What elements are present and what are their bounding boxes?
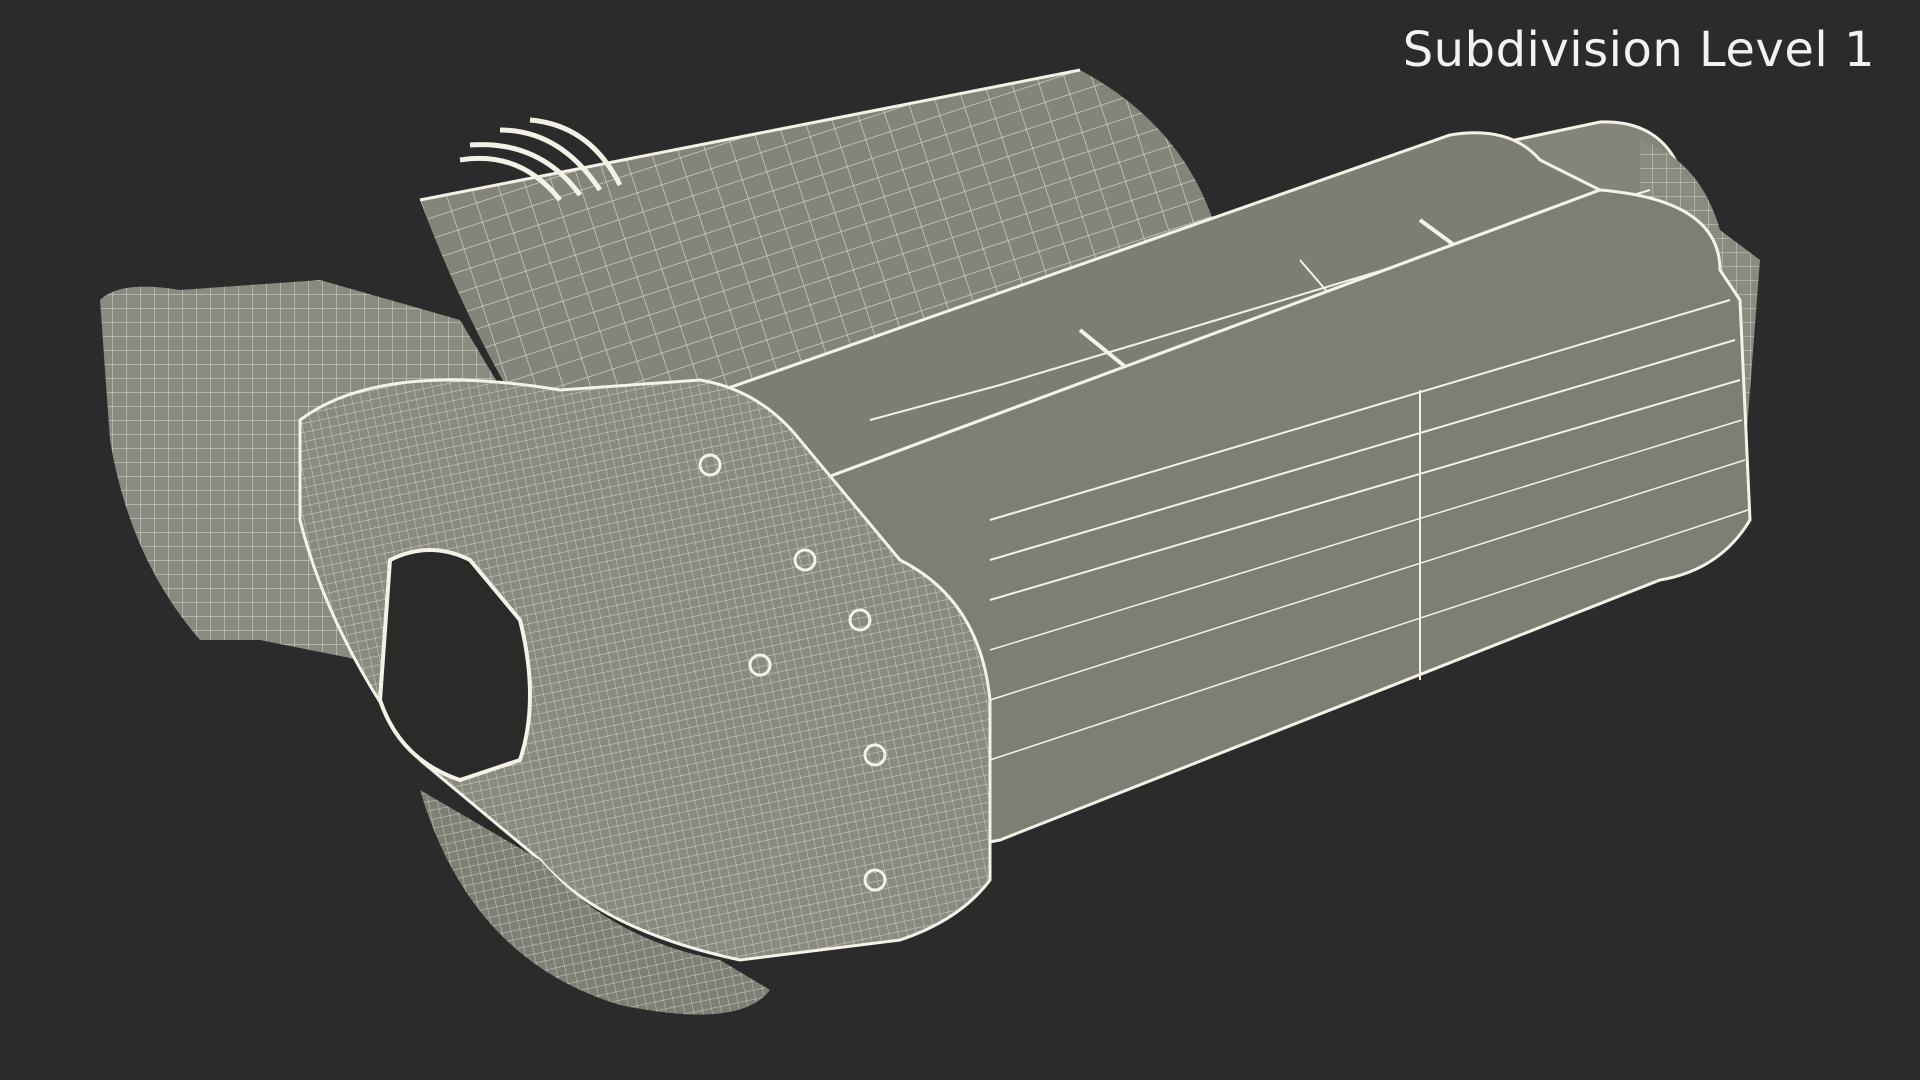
render-viewport: Subdivision Level 1 [0, 0, 1920, 1080]
wireframe-model-render [100, 68, 1760, 1015]
subdivision-level-label: Subdivision Level 1 [1402, 22, 1875, 78]
